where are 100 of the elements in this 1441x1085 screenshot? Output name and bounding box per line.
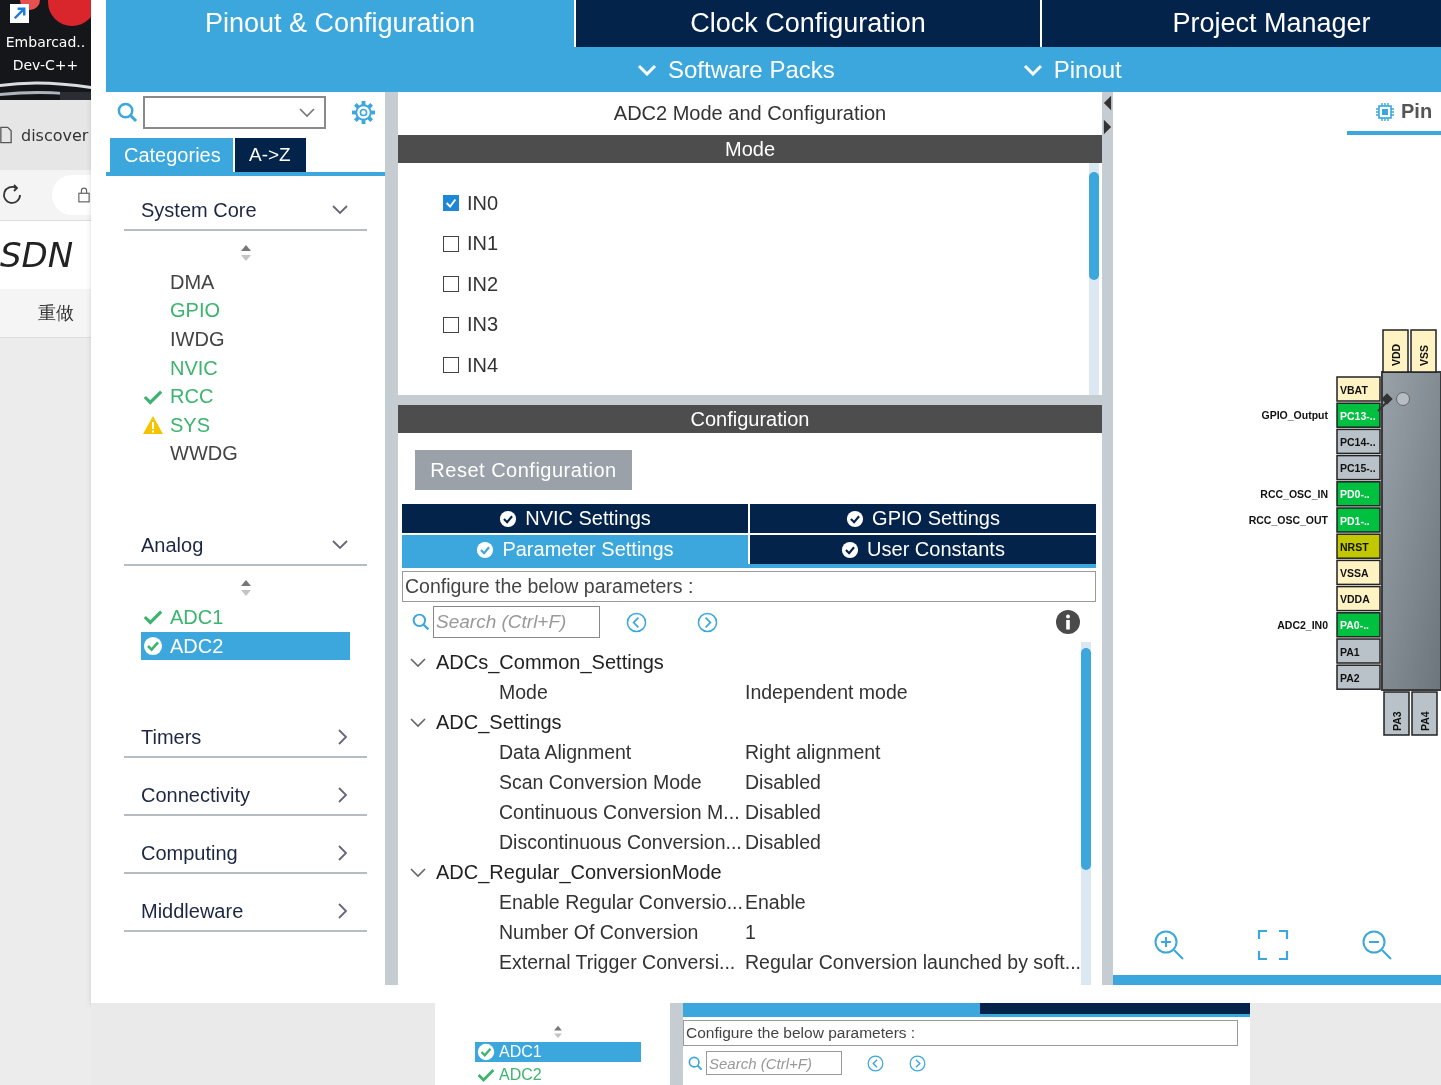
checkbox[interactable]	[443, 276, 459, 293]
collapse-icon[interactable]	[1103, 95, 1112, 111]
category-item[interactable]: DMA	[141, 268, 350, 297]
parameter-name: Enable Regular Conversio...	[499, 890, 744, 914]
pin[interactable]: PA3	[1383, 691, 1410, 736]
zoom-out-icon[interactable]	[1361, 929, 1393, 961]
parameter-name: Continuous Conversion M...	[499, 800, 741, 824]
settings-tab[interactable]: GPIO Settings	[750, 504, 1096, 533]
category-header[interactable]: Computing	[124, 834, 367, 875]
site-logo-text: SDN	[0, 235, 74, 275]
chevron-right-icon	[338, 729, 348, 746]
check-circle-icon	[476, 540, 495, 559]
signal-label: RCC_OSC_IN	[1260, 487, 1328, 500]
main-tab[interactable]: Project Manager	[1042, 0, 1441, 47]
check-icon	[477, 1066, 495, 1084]
parameter-name: Mode	[499, 680, 549, 704]
settings-tab[interactable]: User Constants	[750, 535, 1096, 564]
checkbox[interactable]	[443, 316, 459, 333]
chevron-right-icon	[338, 903, 348, 920]
scrollbar[interactable]	[1081, 642, 1092, 985]
parameter-value[interactable]: Regular Conversion launched by soft...	[745, 950, 1082, 974]
settings-icon[interactable]	[351, 100, 376, 125]
parameter-value[interactable]: Disabled	[745, 770, 821, 794]
chevron-down-icon	[1022, 63, 1043, 76]
settings-tab[interactable]: NVIC Settings	[402, 504, 748, 533]
parameter-value[interactable]: Disabled	[745, 830, 821, 854]
pin[interactable]: VSS	[1410, 329, 1437, 373]
chevron-right-icon	[338, 787, 348, 804]
previous-icon[interactable]	[867, 1054, 884, 1072]
info-icon[interactable]	[1056, 610, 1080, 634]
file-icon	[0, 125, 12, 145]
category-header[interactable]: Middleware	[124, 892, 367, 933]
category-header[interactable]: System Core	[124, 191, 367, 231]
category-item[interactable]: WWDG	[141, 439, 350, 469]
checkbox[interactable]	[443, 195, 459, 212]
pin[interactable]: VDD	[1382, 329, 1409, 373]
chevron-down-icon	[637, 63, 657, 76]
search-field[interactable]: Search (Ctrl+F)	[433, 606, 600, 638]
view-tab[interactable]: Pin	[1347, 92, 1441, 135]
chevron-right-icon	[338, 845, 348, 862]
check-circle-icon	[477, 1043, 495, 1061]
channel-label: IN0	[467, 191, 499, 215]
pin[interactable]: NRST	[1336, 533, 1381, 559]
previous-icon[interactable]	[626, 611, 647, 633]
sort-icon[interactable]	[239, 579, 252, 598]
category-header[interactable]: Connectivity	[124, 776, 367, 817]
zoom-in-icon[interactable]	[1153, 929, 1185, 961]
search-combo-box[interactable]	[143, 96, 326, 129]
pin[interactable]: VSSA	[1336, 559, 1381, 586]
pin[interactable]: PC14-..	[1336, 428, 1381, 455]
parameter-group[interactable]: ADC_Regular_ConversionMode	[402, 857, 1082, 887]
section-header: Mode	[398, 135, 1102, 163]
parameter-name: Data Alignment	[499, 740, 633, 764]
chevron-down-icon	[299, 107, 315, 118]
fit-screen-icon[interactable]	[1257, 929, 1289, 961]
parameter-value[interactable]: Independent mode	[745, 680, 908, 704]
parameter-name: Scan Conversion Mode	[499, 770, 703, 794]
pin[interactable]: PA2	[1336, 664, 1381, 690]
hint-text: Configure the below parameters :	[683, 1020, 1238, 1046]
main-tab[interactable]: Clock Configuration	[576, 0, 1040, 47]
channel-label: IN2	[467, 272, 499, 296]
view-tab[interactable]: A->Z	[235, 138, 306, 172]
channel-label: IN1	[467, 232, 499, 256]
scrollbar[interactable]	[1089, 163, 1099, 395]
pin[interactable]: PA1	[1336, 638, 1381, 664]
check-circle-icon	[499, 509, 518, 528]
parameter-value[interactable]: Right alignment	[745, 740, 881, 764]
checkbox[interactable]	[443, 357, 459, 374]
refresh-icon[interactable]	[0, 183, 24, 207]
pin[interactable]: VDDA	[1336, 585, 1381, 612]
search-field[interactable]: Search (Ctrl+F)	[706, 1051, 842, 1075]
parameter-value[interactable]: Enable	[745, 890, 806, 914]
parameter-group[interactable]: ADCs_Common_Settings	[402, 647, 1082, 677]
pin[interactable]: PC15-..	[1336, 454, 1381, 481]
search-icon	[117, 102, 138, 123]
category-header[interactable]: Analog	[124, 526, 367, 567]
pin[interactable]: VBAT	[1336, 376, 1381, 402]
parameter-name: External Trigger Conversi...	[499, 950, 737, 974]
chevron-down-icon	[332, 540, 348, 551]
sort-icon[interactable]	[552, 1025, 563, 1039]
category-header[interactable]: Timers	[124, 718, 367, 759]
pin[interactable]: PA4	[1411, 691, 1438, 736]
lock-icon	[78, 186, 90, 204]
sort-icon[interactable]	[239, 244, 252, 262]
next-icon[interactable]	[697, 611, 718, 633]
redo-label[interactable]: 重做	[38, 301, 74, 325]
parameter-group[interactable]: ADC_Settings	[402, 707, 1082, 737]
check-circle-icon	[841, 540, 860, 559]
category-item[interactable]: IWDG	[141, 325, 350, 354]
checkbox[interactable]	[443, 235, 459, 252]
search-icon	[412, 613, 430, 631]
expand-icon[interactable]	[1103, 119, 1112, 135]
signal-label: GPIO_Output	[1261, 409, 1328, 422]
chip-icon	[1375, 101, 1395, 122]
signal-label: ADC2_IN0	[1277, 618, 1328, 631]
section-header: Configuration	[398, 405, 1102, 433]
parameter-value[interactable]: 1	[745, 920, 756, 944]
next-icon[interactable]	[909, 1054, 926, 1072]
parameter-value[interactable]: Disabled	[745, 800, 821, 824]
tab[interactable]	[980, 1003, 1250, 1017]
